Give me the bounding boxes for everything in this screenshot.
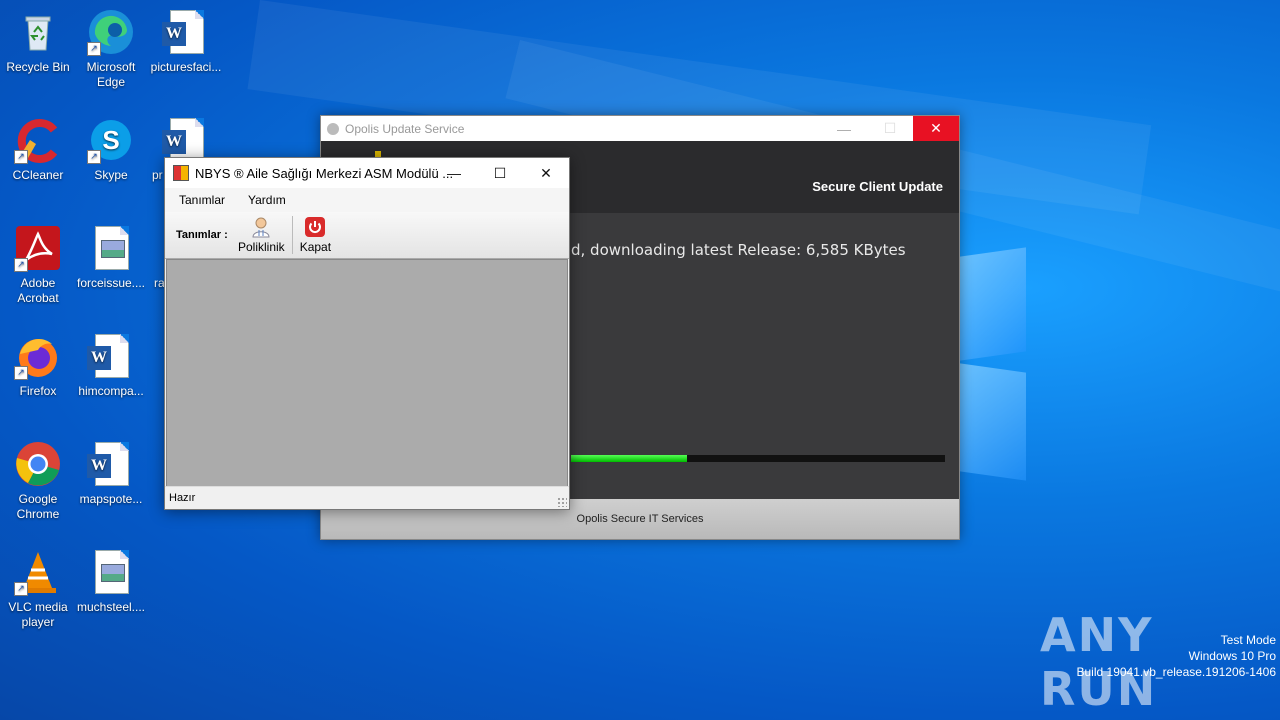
download-status-text: d, downloading latest Release: 6,585 KBy… [571,241,906,259]
opolis-app-icon [327,122,339,135]
desktop-icon-himcompa[interactable]: W himcompa... [73,326,149,399]
desktop-icon-label: VLC media player [8,600,68,629]
shortcut-arrow-icon: ↗ [87,42,101,56]
image-file-icon [87,224,135,272]
desktop-icon-forceissue[interactable]: forceissue.... [73,218,149,291]
word-doc-icon: W [87,440,135,488]
shortcut-arrow-icon: ↗ [14,258,28,272]
shortcut-arrow-icon: ↗ [87,150,101,164]
maximize-button[interactable]: ☐ [867,116,913,141]
download-progress-bar [571,455,945,462]
image-file-icon [87,548,135,596]
minimize-button[interactable]: — [431,158,477,188]
opolis-header-text: Secure Client Update [812,179,943,194]
power-icon [305,217,326,237]
desktop-icon-skype[interactable]: S ↗ Skype [73,110,149,183]
kapat-button[interactable]: Kapat [300,216,331,254]
desktop-icon-label: Google Chrome [16,492,60,521]
poliklinik-label: Poliklinik [238,240,285,254]
nbys-status-bar: Hazır [165,486,569,509]
svg-text:S: S [102,125,119,155]
shortcut-arrow-icon: ↗ [14,150,28,164]
watermark-build: Build 19041.vb_release.191206-1406 [1076,665,1277,679]
status-text: Hazır [169,492,196,504]
desktop-icon-label: Adobe Acrobat [17,276,59,305]
desktop-icon-label: Skype [94,168,128,182]
desktop-icon-mapspote[interactable]: W mapspote... [73,434,149,507]
maximize-button[interactable]: ☐ [477,158,523,188]
desktop-icon-ccleaner[interactable]: ↗ CCleaner [0,110,76,183]
desktop-icon-firefox[interactable]: ↗ Firefox [0,326,76,399]
toolbar-separator [291,216,293,254]
desktop-icon-picturesfaci[interactable]: W picturesfaci... [148,2,224,75]
shortcut-arrow-icon: ↗ [14,366,28,380]
desktop-icon-vlc[interactable]: ↗ VLC media player [0,542,76,630]
close-button[interactable]: ✕ [523,158,569,188]
desktop-icon-label: Microsoft Edge [86,60,136,89]
watermark-test-mode: Test Mode [1220,633,1276,647]
nbys-window-title: NBYS ® Aile Sağlığı Merkezi ASM Modülü .… [195,165,454,181]
windows-watermark: Test Mode Windows 10 Pro Build 19041.vb_… [1077,632,1277,680]
menu-yardim[interactable]: Yardım [239,193,295,207]
minimize-button[interactable]: — [821,116,867,141]
desktop-icon-acrobat[interactable]: ↗ Adobe Acrobat [0,218,76,306]
desktop-icon-recycle-bin[interactable]: Recycle Bin [0,2,76,75]
kapat-label: Kapat [299,240,332,254]
desktop-icon-label: forceissue.... [76,276,146,290]
nbys-title-bar[interactable]: NBYS ® Aile Sağlığı Merkezi ASM Modülü .… [165,158,569,188]
nbys-window[interactable]: NBYS ® Aile Sağlığı Merkezi ASM Modülü .… [164,157,570,510]
skype-icon: S ↗ [87,116,135,164]
shortcut-arrow-icon: ↗ [14,582,28,596]
desktop-icon-chrome[interactable]: Google Chrome [0,434,76,522]
desktop-icon-label: Firefox [19,384,57,398]
word-doc-icon: W [162,8,210,56]
desktop-icon-label: CCleaner [12,168,64,182]
close-button[interactable]: ✕ [913,116,959,141]
desktop-icon-label: muchsteel.... [76,600,146,614]
opolis-window-title: Opolis Update Service [345,121,465,136]
doctor-icon [252,217,270,238]
vlc-icon: ↗ [14,548,62,596]
desktop-icon-label: mapspote... [79,492,143,506]
nbys-toolbar: Tanımlar : Poliklinik Kapat [165,212,569,259]
firefox-icon: ↗ [14,332,62,380]
word-doc-icon: W [87,332,135,380]
recycle-bin-icon [14,8,62,56]
nbys-menu-bar: Tanımlar Yardım [165,188,569,212]
poliklinik-button[interactable]: Poliklinik [238,216,285,254]
edge-icon: ↗ [87,8,135,56]
desktop-icon-muchsteel[interactable]: muchsteel.... [73,542,149,615]
chrome-icon [14,440,62,488]
toolbar-label: Tanımlar : [176,229,228,241]
opolis-title-bar[interactable]: Opolis Update Service — ☐ ✕ [321,116,959,141]
watermark-edition: Windows 10 Pro [1188,649,1276,663]
download-progress-fill [571,455,687,462]
nbys-app-icon [173,165,189,181]
acrobat-icon: ↗ [14,224,62,272]
desktop-icon-label: Recycle Bin [6,60,70,74]
ccleaner-icon: ↗ [14,116,62,164]
desktop-icon-label: himcompa... [78,384,144,398]
menu-tanimlar[interactable]: Tanımlar [170,193,234,207]
nbys-client-area [166,259,568,487]
resize-grip-icon[interactable] [557,497,567,507]
desktop-icon-label: picturesfaci... [150,60,222,74]
desktop-icon-edge[interactable]: ↗ Microsoft Edge [73,2,149,90]
